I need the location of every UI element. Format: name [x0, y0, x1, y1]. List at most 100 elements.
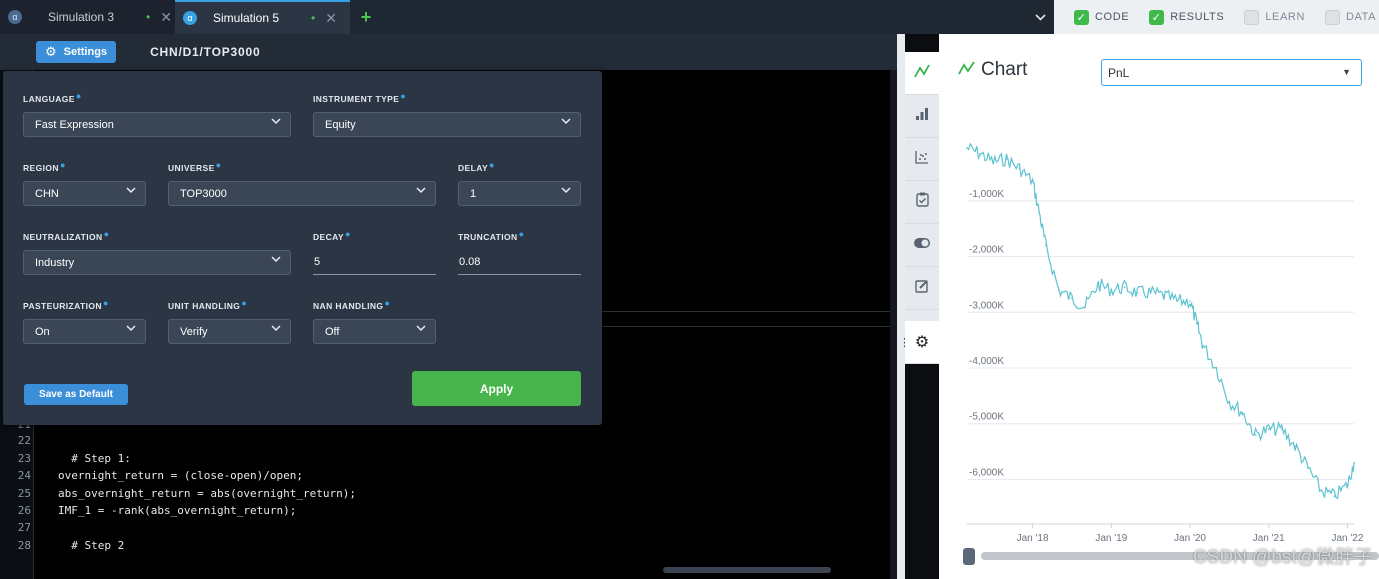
pnl-chart[interactable]: -1,000K -2,000K -3,000K -4,000K -5,000K -6,00… — [939, 34, 1379, 579]
code-line: 24 overnight_return = (close-open)/open; — [0, 467, 890, 484]
code-text: IMF_1 = -rank(abs_overnight_return); — [58, 504, 297, 517]
code-text: # Step 1: — [58, 452, 131, 465]
nan-handling-select[interactable]: Off — [313, 319, 436, 344]
line-number: 23 — [17, 452, 31, 465]
y-tick-label: -3,000K — [969, 300, 1004, 311]
edit-icon — [915, 279, 929, 298]
data-point — [1097, 283, 1099, 286]
neutralization-value: Industry — [35, 256, 75, 269]
instrument-type-value: Equity — [325, 118, 356, 131]
mode-toggle-code[interactable]: ✓ CODE — [1074, 9, 1130, 25]
y-tick-label: -2,000K — [969, 245, 1004, 256]
line-number: 25 — [17, 487, 31, 500]
mode-toggle-results[interactable]: ✓ RESULTS — [1149, 9, 1224, 25]
data-point — [1162, 294, 1165, 297]
tab-simulation-5[interactable]: α Simulation 5 • ✕ — [175, 0, 350, 34]
data-point — [1084, 305, 1086, 308]
code-text: overnight_return = (close-open)/open; — [58, 469, 304, 482]
unit-handling-select[interactable]: Verify — [168, 319, 291, 344]
tab-simulation-3[interactable]: α Simulation 3 • ✕ — [0, 0, 175, 34]
data-point — [1346, 484, 1349, 486]
data-point — [1215, 367, 1218, 369]
rail-scatter-button[interactable] — [905, 138, 939, 181]
decay-input[interactable]: 5 — [313, 250, 436, 275]
region-select[interactable]: CHN — [23, 181, 146, 206]
truncation-label: TRUNCATION● — [458, 229, 525, 242]
rail-compare-button[interactable] — [905, 224, 939, 267]
nan-handling-value: Off — [325, 325, 340, 338]
unit-handling-label: UNIT HANDLING● — [168, 298, 248, 311]
neutralization-select[interactable]: Industry — [23, 250, 291, 275]
rail-settings-button[interactable]: ⚙ — [905, 321, 939, 364]
results-icon-rail: ⚙ — [905, 52, 939, 364]
close-icon[interactable]: ✕ — [160, 9, 172, 26]
range-handle[interactable] — [963, 548, 975, 565]
line-number: 27 — [17, 521, 31, 534]
mode-toggle-learn[interactable]: LEARN — [1244, 9, 1305, 25]
truncation-input[interactable]: 0.08 — [458, 250, 581, 275]
instrument-type-label: INSTRUMENT TYPE● — [313, 91, 407, 104]
close-icon[interactable]: ✕ — [325, 10, 337, 27]
data-point — [1176, 300, 1178, 302]
rail-chart-button[interactable] — [905, 52, 939, 95]
checkbox-checked-icon: ✓ — [1074, 9, 1089, 25]
alpha-icon: α — [8, 10, 22, 24]
line-number: 28 — [17, 539, 31, 552]
data-point — [1333, 495, 1336, 497]
data-point — [1189, 300, 1191, 302]
code-line: 28 # Step 2 — [0, 537, 890, 554]
gear-icon: ⚙ — [914, 334, 930, 351]
gear-icon: ⚙ — [45, 44, 57, 59]
language-select[interactable]: Fast Expression — [23, 112, 291, 137]
settings-button[interactable]: ⚙ Settings — [36, 41, 117, 63]
settings-panel: LANGUAGE● Fast Expression INSTRUMENT TYP… — [3, 71, 602, 425]
chevron-down-icon[interactable] — [1026, 0, 1054, 34]
line-number: 22 — [17, 434, 31, 447]
horizontal-scrollbar[interactable] — [663, 567, 831, 573]
chevron-down-icon — [561, 186, 571, 197]
pasteurization-select[interactable]: On — [23, 319, 146, 344]
editor-scrollbar[interactable] — [890, 70, 897, 579]
data-point — [1071, 297, 1073, 300]
apply-button[interactable]: Apply — [412, 371, 581, 406]
neutralization-label: NEUTRALIZATION● — [23, 229, 110, 242]
rail-checks-button[interactable] — [905, 181, 939, 224]
pasteurization-value: On — [35, 325, 50, 338]
watermark-text: CSDN @bst@微胖子 — [1192, 547, 1373, 568]
chevron-down-icon — [561, 117, 571, 128]
tab-label: Simulation 5 — [213, 11, 280, 25]
code-text: # Step 2 — [58, 539, 125, 552]
view-mode-bar: ✓ CODE ✓ RESULTS LEARN DATA — [1054, 0, 1379, 34]
data-point — [1038, 211, 1040, 213]
checkbox-checked-icon: ✓ — [1149, 9, 1165, 25]
data-point — [979, 152, 981, 155]
data-point — [1267, 428, 1270, 431]
x-tick-label: Jan '18 — [1017, 533, 1049, 544]
universe-select[interactable]: TOP3000 — [168, 181, 436, 206]
delay-select[interactable]: 1 — [458, 181, 581, 206]
data-point — [1031, 180, 1034, 183]
decay-label: DECAY● — [313, 229, 351, 242]
data-point — [1294, 445, 1296, 447]
data-point — [1044, 244, 1047, 247]
data-point — [1241, 411, 1244, 414]
data-point — [1136, 291, 1139, 294]
simulation-path: CHN/D1/TOP3000 — [150, 45, 261, 59]
rail-stats-button[interactable] — [905, 95, 939, 138]
mode-toggle-data[interactable]: DATA — [1325, 9, 1376, 25]
code-line: 26 IMF_1 = -rank(abs_overnight_return); — [0, 502, 890, 519]
x-tick-label: Jan '19 — [1095, 533, 1127, 544]
data-point — [1307, 467, 1309, 470]
line-number: 26 — [17, 504, 31, 517]
mode-label: CODE — [1095, 11, 1130, 23]
new-tab-button[interactable]: + — [352, 5, 380, 29]
instrument-type-select[interactable]: Equity — [313, 112, 581, 137]
panel-splitter[interactable]: ⋮ — [897, 34, 910, 579]
language-value: Fast Expression — [35, 118, 114, 131]
rail-notes-button[interactable] — [905, 267, 939, 310]
scatter-icon — [915, 150, 929, 169]
save-as-default-button[interactable]: Save as Default — [24, 384, 128, 405]
delay-label: DELAY● — [458, 160, 495, 173]
mode-label: LEARN — [1265, 11, 1305, 23]
data-point — [1320, 489, 1323, 492]
